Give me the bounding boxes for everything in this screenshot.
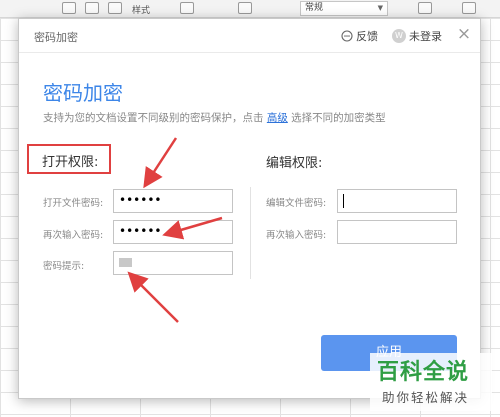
wrap-text-icon[interactable] <box>238 2 252 14</box>
password-hint-label: 密码提示: <box>43 261 85 272</box>
open-password-label: 打开文件密码: <box>43 198 104 209</box>
open-confirm-label: 再次输入密码: <box>43 230 104 241</box>
avatar: W <box>392 29 406 43</box>
merge-cells-icon[interactable] <box>180 2 194 14</box>
advanced-link[interactable]: 高级 <box>267 112 288 124</box>
align-center-icon[interactable] <box>85 2 99 14</box>
open-confirm-value: •••••• <box>119 224 162 238</box>
edit-password-field[interactable] <box>337 189 457 213</box>
text-cursor <box>343 194 344 208</box>
open-password-field[interactable]: •••••• <box>113 189 233 213</box>
open-confirm-field[interactable]: •••••• <box>113 220 233 244</box>
align-left-icon[interactable] <box>62 2 76 14</box>
open-password-value: •••••• <box>119 193 162 207</box>
feedback-label: 反馈 <box>356 30 378 43</box>
description-text: 支持为您的文档设置不同级别的密码保护，点击 <box>43 112 267 124</box>
close-icon[interactable]: × <box>456 26 472 43</box>
dialog-title: 密码加密 <box>34 31 78 44</box>
hint-placeholder <box>119 258 132 267</box>
edit-confirm-label: 再次输入密码: <box>266 230 327 241</box>
edit-confirm-field[interactable] <box>337 220 457 244</box>
password-encryption-dialog: 密码加密 反馈 W 未登录 × 密码加密 支持为您的文档设置不同级别的密码保护，… <box>18 18 481 399</box>
section-divider <box>250 187 251 279</box>
edit-password-label: 编辑文件密码: <box>266 198 327 209</box>
table-style-icon[interactable] <box>462 2 476 14</box>
toolbar-style-label: 样式 <box>132 6 151 16</box>
feedback-button[interactable]: 反馈 <box>341 28 378 44</box>
dialog-description: 支持为您的文档设置不同级别的密码保护，点击 高级 选择不同的加密类型 <box>43 110 386 125</box>
dialog-titlebar: 密码加密 反馈 W 未登录 × <box>19 19 480 53</box>
password-hint-field[interactable] <box>113 251 233 275</box>
login-label: 未登录 <box>409 30 442 43</box>
description-text-end: 选择不同的加密类型 <box>287 112 386 124</box>
open-permission-section: 打开权限: <box>27 144 111 174</box>
page-title: 密码加密 <box>43 81 123 105</box>
align-right-icon[interactable] <box>108 2 122 14</box>
edit-permission-title: 编辑权限: <box>266 156 323 171</box>
toolbar-strip: 常规 ▼ 样式 <box>0 0 500 18</box>
watermark-sub: 助你轻松解决 <box>382 390 470 405</box>
number-format-select[interactable]: 常规 ▼ <box>300 1 388 16</box>
open-permission-title: 打开权限: <box>42 155 99 170</box>
conditional-format-icon[interactable] <box>418 2 432 14</box>
number-format-value: 常规 <box>305 3 324 13</box>
login-button[interactable]: W 未登录 <box>392 28 442 44</box>
chevron-down-icon: ▼ <box>377 4 383 12</box>
feedback-icon <box>341 30 353 42</box>
watermark-main: 百科全说 <box>377 360 470 385</box>
watermark-logo: 百科全说 助你轻松解决 <box>370 353 492 411</box>
